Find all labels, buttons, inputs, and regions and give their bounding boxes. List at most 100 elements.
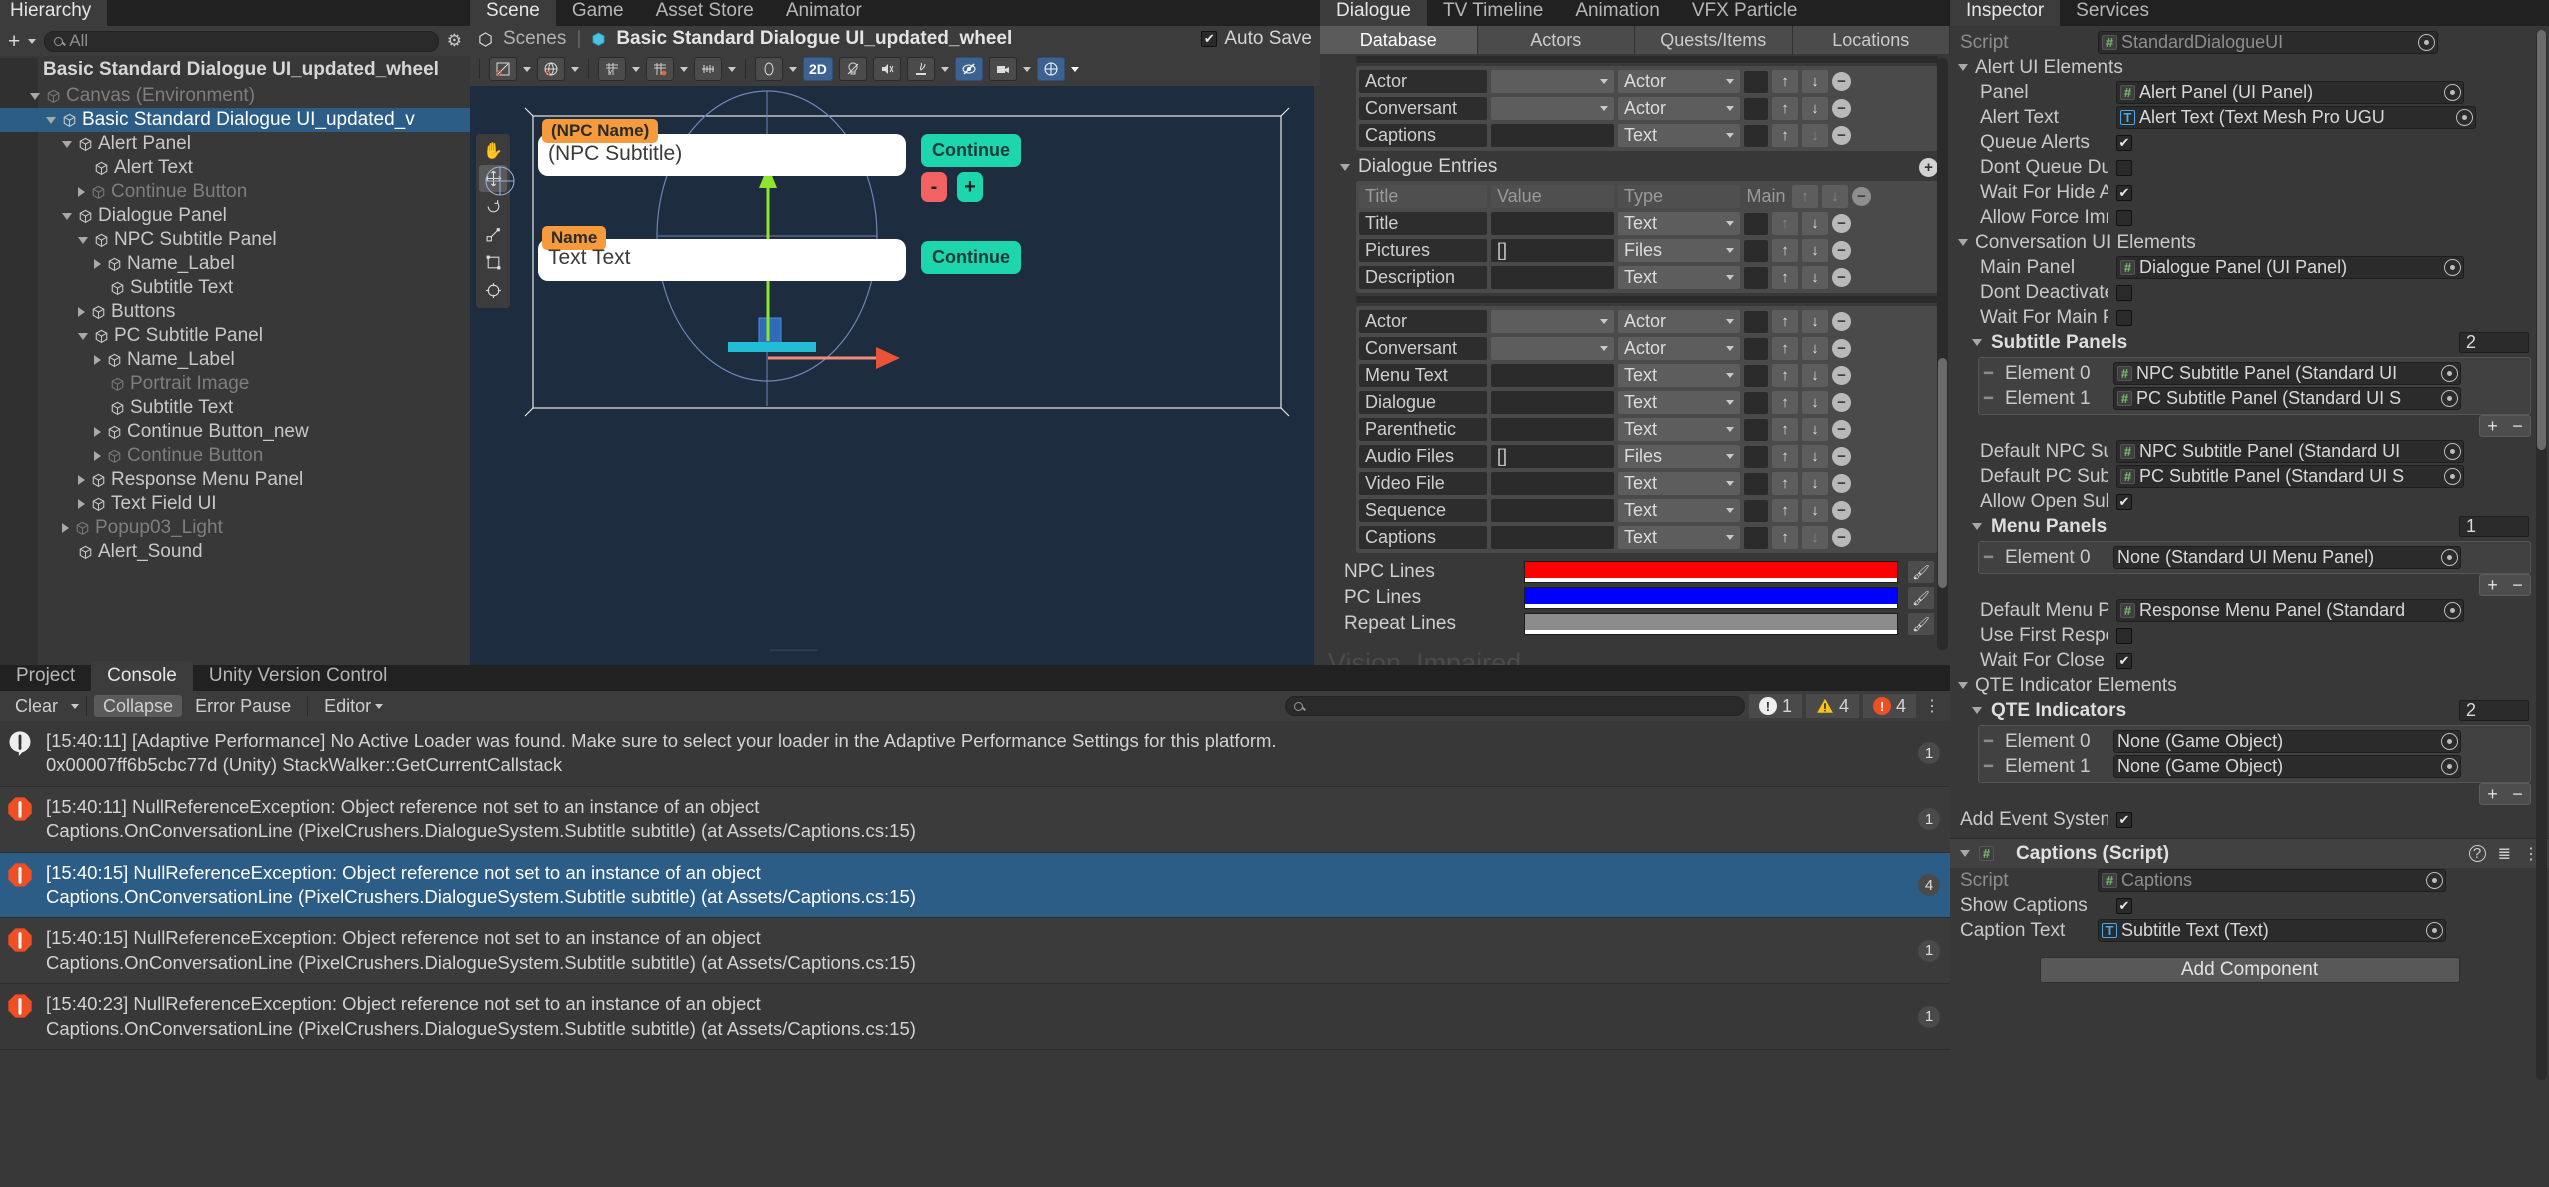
warning-count-toggle[interactable]: 4 bbox=[1805, 694, 1859, 718]
object-field[interactable]: # NPC Subtitle Panel (Standard UI bbox=[2113, 362, 2461, 385]
array-size-input[interactable]: 2 bbox=[2459, 332, 2529, 353]
console-log-row[interactable]: [15:40:15] NullReferenceException: Objec… bbox=[0, 852, 1950, 919]
expand-right-icon[interactable] bbox=[62, 523, 69, 533]
field-main-checkbox[interactable] bbox=[1744, 499, 1768, 522]
tab-console[interactable]: Console bbox=[91, 661, 193, 691]
field-main-checkbox[interactable] bbox=[1744, 124, 1768, 147]
script-picker-icon[interactable] bbox=[2418, 34, 2435, 51]
array-remove-button[interactable]: − bbox=[2505, 575, 2530, 595]
object-picker-icon[interactable] bbox=[2444, 84, 2461, 101]
hierarchy-row[interactable]: Subtitle Text bbox=[0, 276, 470, 300]
add-gameobject-chevron-icon[interactable] bbox=[28, 38, 37, 44]
move-down-icon[interactable]: ↓ bbox=[1802, 364, 1828, 387]
field-type-dropdown[interactable]: Text bbox=[1618, 499, 1740, 522]
object-picker-icon[interactable] bbox=[2441, 365, 2458, 382]
array-add-button[interactable]: + bbox=[2480, 784, 2505, 804]
scene-camera-chevron-icon[interactable] bbox=[1022, 66, 1031, 72]
field-value-input[interactable] bbox=[1491, 526, 1614, 549]
move-up-icon[interactable]: ↑ bbox=[1772, 239, 1798, 262]
field-value-input[interactable] bbox=[1491, 391, 1614, 414]
eyedropper-icon[interactable]: 🖌 bbox=[1908, 587, 1934, 609]
hierarchy-row[interactable]: Name_Label bbox=[0, 252, 470, 276]
toggle-checkbox[interactable]: ✔ bbox=[2116, 284, 2132, 301]
field-value-input[interactable] bbox=[1491, 97, 1614, 120]
object-field[interactable]: # PC Subtitle Panel (Standard UI S bbox=[2116, 465, 2464, 488]
editor-dropdown[interactable]: Editor bbox=[315, 695, 392, 717]
hierarchy-row[interactable]: Portrait Image bbox=[0, 372, 470, 396]
field-name[interactable]: Dialogue bbox=[1359, 391, 1487, 414]
hierarchy-row[interactable]: Name_Label bbox=[0, 348, 470, 372]
array-foldout-icon[interactable] bbox=[1972, 523, 1982, 530]
field-value-input[interactable] bbox=[1491, 70, 1614, 93]
remove-field-icon[interactable]: − bbox=[1832, 72, 1851, 91]
field-name[interactable]: Conversant bbox=[1359, 337, 1487, 360]
move-down-icon[interactable]: ↓ bbox=[1802, 212, 1828, 235]
move-down-icon[interactable]: ↓ bbox=[1802, 266, 1828, 289]
scene-gizmos-button[interactable] bbox=[1036, 57, 1065, 81]
toggle-2d-button[interactable]: 2D bbox=[803, 57, 833, 81]
field-value-input[interactable]: [] bbox=[1491, 445, 1614, 468]
scene-visibility-chevron-icon[interactable] bbox=[789, 66, 797, 72]
remove-field-icon[interactable]: − bbox=[1832, 447, 1851, 466]
shading-mode-chevron-icon[interactable] bbox=[523, 66, 531, 72]
field-type-dropdown[interactable]: Text bbox=[1618, 266, 1740, 289]
hierarchy-row[interactable]: Popup03_Light bbox=[0, 516, 470, 540]
color-swatch[interactable] bbox=[1524, 561, 1898, 583]
object-field[interactable]: # Dialogue Panel (UI Panel) bbox=[2116, 256, 2464, 279]
inspector-section-header[interactable]: QTE Indicator Elements bbox=[1950, 673, 2549, 698]
tab-asset-store[interactable]: Asset Store bbox=[640, 0, 770, 26]
remove-field-icon[interactable]: − bbox=[1832, 339, 1851, 358]
tab-tv-timeline[interactable]: TV Timeline bbox=[1427, 0, 1559, 26]
expand-down-icon[interactable] bbox=[78, 332, 88, 340]
move-up-icon[interactable]: ↑ bbox=[1772, 391, 1798, 414]
dialogue-editor-scrollbar[interactable] bbox=[1937, 58, 1948, 650]
object-picker-icon[interactable] bbox=[2444, 443, 2461, 460]
array-size-input[interactable]: 2 bbox=[2459, 700, 2529, 721]
hierarchy-search-input[interactable]: All bbox=[44, 30, 439, 52]
hierarchy-row[interactable]: Text Field UI bbox=[0, 492, 470, 516]
hierarchy-row[interactable]: Continue Button bbox=[0, 444, 470, 468]
expand-right-icon[interactable] bbox=[94, 355, 101, 365]
field-value-input[interactable] bbox=[1491, 266, 1614, 289]
toggle-checkbox[interactable]: ✔ bbox=[2116, 134, 2132, 151]
object-picker-icon[interactable] bbox=[2456, 109, 2473, 126]
object-picker-icon[interactable] bbox=[2426, 922, 2443, 939]
error-count-toggle[interactable]: ! 4 bbox=[1862, 694, 1916, 718]
tab-project[interactable]: Project bbox=[0, 661, 91, 691]
object-picker-icon[interactable] bbox=[2426, 872, 2443, 889]
toggle-checkbox[interactable]: ✔ bbox=[2116, 811, 2132, 828]
field-main-checkbox[interactable] bbox=[1744, 445, 1768, 468]
move-down-icon[interactable]: ↓ bbox=[1802, 310, 1828, 333]
hierarchy-row[interactable]: Dialogue Panel bbox=[0, 204, 470, 228]
expand-right-icon[interactable] bbox=[78, 475, 85, 485]
section-foldout-icon[interactable] bbox=[1958, 239, 1968, 246]
field-value-input[interactable] bbox=[1491, 212, 1614, 235]
remove-field-icon[interactable]: − bbox=[1832, 528, 1851, 547]
array-remove-button[interactable]: − bbox=[2505, 416, 2530, 436]
dialogue-entries-foldout-icon[interactable] bbox=[1340, 163, 1350, 171]
db-tab-quests-items[interactable]: Quests/Items bbox=[1635, 26, 1793, 54]
field-main-checkbox[interactable] bbox=[1744, 70, 1768, 93]
object-picker-icon[interactable] bbox=[2441, 733, 2458, 750]
remove-field-icon[interactable]: − bbox=[1832, 214, 1851, 233]
object-field[interactable]: None (Game Object) bbox=[2113, 730, 2461, 753]
tab-animator[interactable]: Animator bbox=[770, 0, 878, 26]
field-value-input[interactable] bbox=[1491, 418, 1614, 441]
section-foldout-icon[interactable] bbox=[1958, 682, 1968, 689]
grid-axis-chevron-icon[interactable] bbox=[632, 66, 640, 72]
console-log-row[interactable]: [15:40:23] NullReferenceException: Objec… bbox=[0, 984, 1950, 1051]
eyedropper-icon[interactable]: 🖌 bbox=[1908, 613, 1934, 635]
expand-down-icon[interactable] bbox=[78, 236, 88, 244]
remove-field-icon[interactable]: − bbox=[1832, 501, 1851, 520]
captions-component-header[interactable]: # Captions (Script) ? ≣ ⋮ bbox=[1950, 838, 2549, 868]
field-type-dropdown[interactable]: Text bbox=[1618, 212, 1740, 235]
hierarchy-row[interactable]: NPC Subtitle Panel bbox=[0, 228, 470, 252]
plus-button[interactable]: + bbox=[957, 172, 983, 202]
object-field[interactable]: # PC Subtitle Panel (Standard UI S bbox=[2113, 387, 2461, 410]
field-name[interactable]: Audio Files bbox=[1359, 445, 1487, 468]
hierarchy-row[interactable]: Continue Button bbox=[0, 180, 470, 204]
object-picker-icon[interactable] bbox=[2441, 758, 2458, 775]
remove-field-icon[interactable]: − bbox=[1832, 241, 1851, 260]
expand-right-icon[interactable] bbox=[94, 259, 101, 269]
inspector-section-header[interactable]: Conversation UI Elements bbox=[1950, 230, 2549, 255]
